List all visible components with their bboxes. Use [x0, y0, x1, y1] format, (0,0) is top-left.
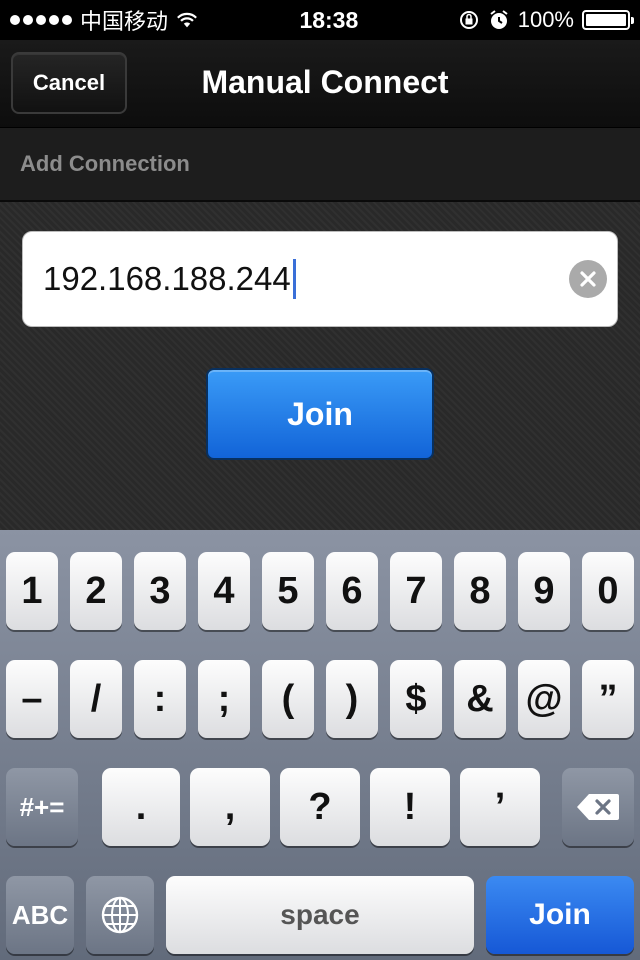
- key-4[interactable]: 4: [198, 552, 250, 630]
- key-dollar[interactable]: $: [390, 660, 442, 738]
- key-dash[interactable]: –: [6, 660, 58, 738]
- navigation-bar: Cancel Manual Connect: [0, 40, 640, 128]
- signal-strength-icon: [10, 15, 72, 25]
- connection-form: 192.168.188.244 Join: [0, 202, 640, 530]
- key-8[interactable]: 8: [454, 552, 506, 630]
- key-apostrophe[interactable]: ’: [460, 768, 540, 846]
- ip-address-value: 192.168.188.244: [43, 260, 291, 297]
- clear-icon: [580, 271, 596, 287]
- status-bar: 中国移动 18:38 100%: [0, 0, 640, 40]
- key-semicolon[interactable]: ;: [198, 660, 250, 738]
- section-header: Add Connection: [0, 128, 640, 202]
- key-5[interactable]: 5: [262, 552, 314, 630]
- key-close-paren[interactable]: ): [326, 660, 378, 738]
- cancel-button[interactable]: Cancel: [11, 52, 127, 114]
- key-3[interactable]: 3: [134, 552, 186, 630]
- text-cursor: [292, 259, 296, 299]
- wifi-icon: [177, 12, 197, 28]
- globe-icon: [101, 896, 139, 934]
- key-colon[interactable]: :: [134, 660, 186, 738]
- battery-fill: [586, 14, 626, 26]
- key-7[interactable]: 7: [390, 552, 442, 630]
- key-at[interactable]: @: [518, 660, 570, 738]
- key-slash[interactable]: /: [70, 660, 122, 738]
- symbols-key[interactable]: #+=: [6, 768, 78, 846]
- key-quote[interactable]: ”: [582, 660, 634, 738]
- key-question[interactable]: ?: [280, 768, 360, 846]
- orientation-lock-icon: [459, 11, 478, 29]
- ip-address-input[interactable]: 192.168.188.244: [22, 231, 618, 327]
- return-join-key[interactable]: Join: [486, 876, 634, 954]
- carrier-name: 中国移动: [80, 10, 169, 35]
- join-button[interactable]: Join: [206, 368, 434, 460]
- globe-key[interactable]: [86, 876, 154, 954]
- status-time: 18:38: [299, 6, 359, 33]
- key-2[interactable]: 2: [70, 552, 122, 630]
- battery-percent: 100%: [517, 7, 574, 32]
- key-exclamation[interactable]: !: [370, 768, 450, 846]
- key-ampersand[interactable]: &: [454, 660, 506, 738]
- battery-icon: [582, 10, 634, 30]
- space-key[interactable]: space: [166, 876, 474, 954]
- page-title: Manual Connect: [201, 64, 449, 100]
- key-9[interactable]: 9: [518, 552, 570, 630]
- backspace-key[interactable]: [562, 768, 634, 846]
- key-period[interactable]: .: [102, 768, 180, 846]
- key-6[interactable]: 6: [326, 552, 378, 630]
- abc-key[interactable]: ABC: [6, 876, 74, 954]
- key-comma[interactable]: ,: [190, 768, 270, 846]
- key-1[interactable]: 1: [6, 552, 58, 630]
- keyboard: 1 2 3 4 5 6 7 8 9 0 – / : ; ( ) $ & @ ” …: [0, 530, 640, 960]
- clear-text-button[interactable]: [569, 260, 607, 298]
- key-0[interactable]: 0: [582, 552, 634, 630]
- alarm-clock-icon: [490, 10, 508, 29]
- key-open-paren[interactable]: (: [262, 660, 314, 738]
- backspace-icon: [577, 794, 619, 820]
